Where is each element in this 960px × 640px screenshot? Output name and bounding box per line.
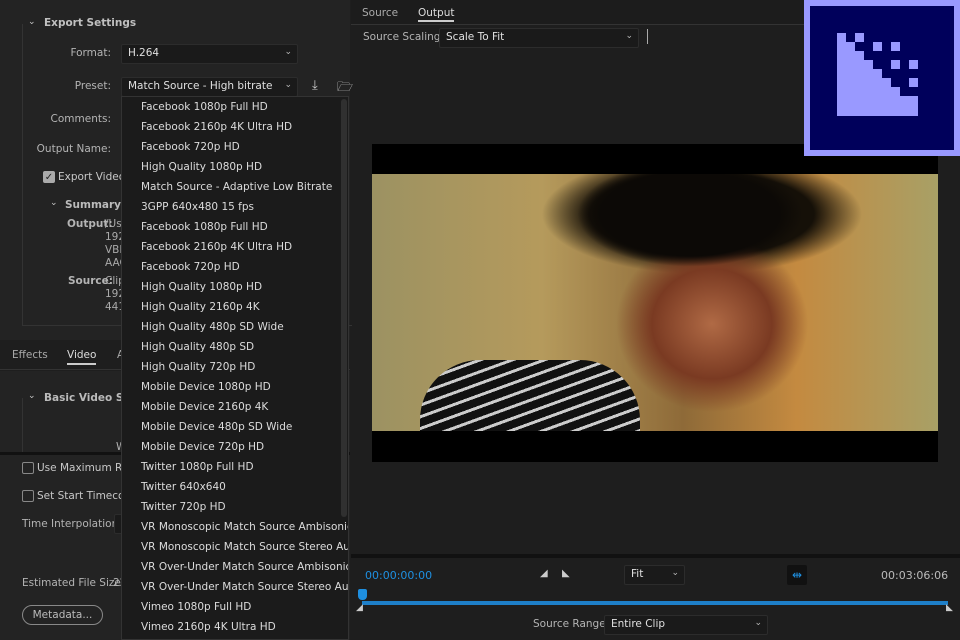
preset-dropdown[interactable]: Match Source - High bitrate ⌄ bbox=[121, 77, 298, 97]
estimated-size-label: Estimated File Size: bbox=[22, 577, 125, 589]
chevron-down-icon: ⌄ bbox=[625, 31, 633, 41]
preset-option[interactable]: VR Monoscopic Match Source Ambisonics bbox=[122, 517, 348, 537]
format-value: H.264 bbox=[128, 47, 160, 59]
chevron-down-icon: ⌄ bbox=[284, 47, 292, 57]
preset-option[interactable]: Facebook 720p HD bbox=[122, 257, 348, 277]
preset-option[interactable]: Facebook 2160p 4K Ultra HD bbox=[122, 237, 348, 257]
source-range-dropdown[interactable]: Entire Clip ⌄ bbox=[604, 615, 768, 635]
source-scaling-value: Scale To Fit bbox=[446, 31, 505, 43]
checkbox-box bbox=[22, 462, 34, 474]
menu-scrollbar[interactable] bbox=[341, 99, 347, 517]
format-dropdown[interactable]: H.264 ⌄ bbox=[121, 44, 298, 64]
set-in-point-icon[interactable]: ◢ bbox=[540, 568, 548, 579]
preset-option[interactable]: High Quality 480p SD bbox=[122, 337, 348, 357]
tab-source[interactable]: Source bbox=[362, 7, 398, 19]
timeline-bar[interactable] bbox=[362, 601, 948, 605]
preset-option[interactable]: Facebook 1080p Full HD bbox=[122, 97, 348, 117]
source-scaling-label: Source Scaling: bbox=[363, 31, 444, 43]
in-point-marker[interactable]: ◢ bbox=[356, 603, 363, 613]
preset-option[interactable]: Mobile Device 2160p 4K bbox=[122, 397, 348, 417]
media-encoder-logo bbox=[804, 0, 960, 156]
export-settings-title: Export Settings bbox=[44, 17, 137, 29]
collapse-chevron-icon[interactable]: ⌄ bbox=[28, 17, 36, 27]
preset-option[interactable]: High Quality 1080p HD bbox=[122, 157, 348, 177]
source-range-value: Entire Clip bbox=[611, 618, 666, 630]
current-timecode[interactable]: 00:00:00:00 bbox=[365, 569, 432, 582]
metadata-button-label: Metadata... bbox=[32, 609, 93, 621]
preset-option[interactable]: Mobile Device 480p SD Wide bbox=[122, 417, 348, 437]
zoom-dropdown[interactable]: Fit ⌄ bbox=[624, 565, 685, 585]
preset-dropdown-menu[interactable]: Facebook 1080p Full HD Facebook 2160p 4K … bbox=[121, 96, 349, 640]
preset-option[interactable]: VR Over-Under Match Source Stereo Audio bbox=[122, 577, 348, 597]
preset-option[interactable]: Facebook 720p HD bbox=[122, 137, 348, 157]
duration-timecode: 00:03:06:06 bbox=[881, 569, 949, 582]
format-label: Format: bbox=[70, 47, 111, 59]
export-video-label: Export Video bbox=[58, 171, 126, 183]
metadata-button[interactable]: Metadata... bbox=[22, 605, 103, 625]
use-max-render-checkbox[interactable]: Use Maximum Ren bbox=[22, 462, 135, 474]
export-video-checkbox[interactable]: ✓ Export Video bbox=[43, 171, 125, 183]
preset-option[interactable]: 3GPP 640x480 15 fps bbox=[122, 197, 348, 217]
time-interpolation-label: Time Interpolation: bbox=[22, 518, 122, 530]
preset-option[interactable]: VR Monoscopic Match Source Stereo Audio bbox=[122, 537, 348, 557]
preset-label: Preset: bbox=[74, 80, 111, 92]
basic-video-chevron-icon[interactable]: ⌄ bbox=[28, 391, 36, 401]
video-preview-shirt bbox=[420, 360, 640, 431]
chevron-down-icon: ⌄ bbox=[284, 80, 292, 90]
controls-divider bbox=[351, 554, 960, 558]
source-scaling-dropdown[interactable]: Scale To Fit ⌄ bbox=[439, 28, 639, 48]
preset-option[interactable]: Vimeo 2160p 4K Ultra HD bbox=[122, 617, 348, 637]
preset-option[interactable]: High Quality 480p SD Wide bbox=[122, 317, 348, 337]
aspect-correction-icon[interactable]: ⇹ bbox=[787, 565, 807, 585]
preset-option[interactable]: Twitter 640x640 bbox=[122, 477, 348, 497]
summary-chevron-icon[interactable]: ⌄ bbox=[50, 198, 58, 208]
preset-option[interactable]: Mobile Device 1080p HD bbox=[122, 377, 348, 397]
chevron-down-icon: ⌄ bbox=[671, 568, 679, 578]
preset-option[interactable]: High Quality 2160p 4K bbox=[122, 297, 348, 317]
preset-option[interactable]: Facebook 2160p 4K Ultra HD bbox=[122, 117, 348, 137]
tab-effects[interactable]: Effects bbox=[12, 349, 48, 361]
chevron-down-icon: ⌄ bbox=[754, 618, 762, 628]
source-range-label: Source Range: bbox=[533, 618, 610, 630]
preset-option[interactable]: High Quality 720p HD bbox=[122, 357, 348, 377]
comments-label: Comments: bbox=[50, 113, 111, 125]
preset-option[interactable]: Twitter 720p HD bbox=[122, 497, 348, 517]
save-preset-icon[interactable]: ⤓ bbox=[312, 78, 318, 93]
basic-video-group bbox=[22, 398, 23, 453]
out-point-marker[interactable]: ◣ bbox=[946, 603, 953, 613]
preset-value: Match Source - High bitrate bbox=[128, 80, 273, 92]
video-preview-hat bbox=[520, 174, 840, 314]
checkbox-box bbox=[22, 490, 34, 502]
toolbar-divider bbox=[647, 29, 648, 44]
checkmark-icon: ✓ bbox=[43, 171, 55, 183]
preset-option[interactable]: Vimeo 1080p Full HD bbox=[122, 597, 348, 617]
preset-option[interactable]: Mobile Device 720p HD bbox=[122, 437, 348, 457]
summary-title: Summary bbox=[65, 199, 122, 211]
logo-mark bbox=[810, 6, 954, 150]
set-out-point-icon[interactable]: ◣ bbox=[562, 568, 570, 579]
tab-output[interactable]: Output bbox=[418, 7, 455, 22]
preset-option[interactable]: VR Over-Under Match Source Ambisonics bbox=[122, 557, 348, 577]
playhead-handle[interactable] bbox=[358, 589, 367, 600]
preset-option[interactable]: High Quality 1080p HD bbox=[122, 277, 348, 297]
preset-option[interactable]: Match Source - Adaptive Low Bitrate bbox=[122, 177, 348, 197]
tab-video[interactable]: Video bbox=[67, 349, 97, 365]
zoom-value: Fit bbox=[631, 568, 644, 580]
output-name-label: Output Name: bbox=[36, 143, 111, 155]
preset-option[interactable]: Twitter 1080p Full HD bbox=[122, 457, 348, 477]
preset-option[interactable]: Facebook 1080p Full HD bbox=[122, 217, 348, 237]
